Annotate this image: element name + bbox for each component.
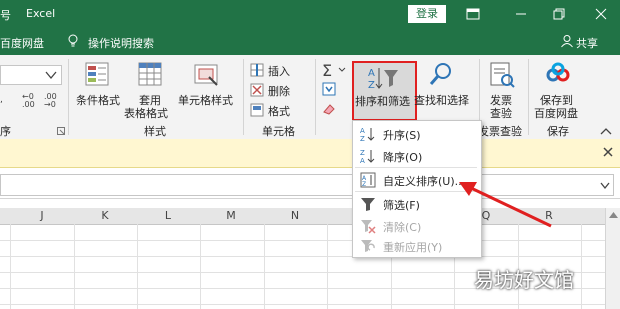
clear-filter-icon	[360, 218, 376, 234]
menu-divider	[355, 167, 477, 168]
menu-item-label: 清除(C)	[383, 221, 422, 234]
find-select-icon[interactable]	[427, 61, 455, 92]
sort-filter-icon: AZ	[366, 65, 402, 94]
filter-icon	[360, 196, 376, 212]
baidu-cloud-icon[interactable]	[544, 61, 572, 92]
app-name: Excel	[26, 7, 56, 20]
tab-row: 百度网盘 操作说明搜索 共享	[0, 28, 620, 55]
column-header[interactable]: M	[221, 209, 241, 222]
column-header[interactable]: N	[285, 209, 305, 222]
window-title-fragment: 号	[0, 9, 11, 22]
invoice-label-2[interactable]: 查验	[490, 105, 512, 121]
vertical-scrollbar[interactable]	[605, 208, 620, 309]
format-as-table-label-2[interactable]: 表格格式	[124, 105, 168, 121]
clear-icon[interactable]	[322, 102, 336, 119]
collapse-ribbon-icon[interactable]	[600, 125, 612, 138]
message-bar	[0, 139, 620, 168]
number-format-dropdown[interactable]	[0, 65, 62, 85]
restore-icon[interactable]	[548, 4, 570, 24]
menu-item-label: 筛选(F)	[383, 199, 420, 212]
sort-ascending-icon: AZ	[360, 126, 376, 143]
conditional-formatting-label[interactable]: 条件格式	[76, 92, 120, 108]
ribbon-display-options-icon[interactable]	[462, 4, 484, 24]
lightbulb-icon	[66, 34, 80, 51]
menu-item-sort-ascending[interactable]: AZ 升序(S)	[353, 123, 481, 145]
insert-label[interactable]: 插入	[268, 63, 290, 79]
menu-item-label: 重新应用(Y)	[383, 241, 443, 254]
delete-cells-icon[interactable]	[250, 83, 264, 100]
format-cells-icon[interactable]	[250, 103, 264, 120]
autosum-icon[interactable]: Σ	[322, 61, 332, 80]
number-group-label: 序	[0, 125, 11, 138]
increase-decimal-icon[interactable]: ←0.00	[22, 93, 35, 109]
tab-baidu-netdisk[interactable]: 百度网盘	[0, 35, 44, 51]
title-bar: 号 Excel 登录	[0, 0, 620, 28]
find-select-label[interactable]: 查找和选择	[414, 92, 469, 108]
menu-item-sort-descending[interactable]: ZA 降序(O)	[353, 145, 481, 167]
menu-item-label: 升序(S)	[383, 129, 421, 142]
tell-me-search[interactable]: 操作说明搜索	[88, 35, 154, 51]
svg-text:A: A	[368, 68, 375, 79]
fill-icon[interactable]	[322, 82, 336, 99]
reapply-icon	[360, 238, 376, 254]
delete-label[interactable]: 删除	[268, 83, 290, 99]
save-group-label: 保存	[547, 125, 569, 138]
dialog-launcher-icon[interactable]	[57, 125, 65, 138]
share-button[interactable]: 共享	[576, 35, 598, 51]
svg-text:Z: Z	[368, 80, 375, 91]
expand-formula-bar-icon[interactable]	[600, 180, 610, 193]
conditional-formatting-icon[interactable]	[84, 61, 112, 92]
styles-group-label: 样式	[144, 125, 166, 138]
menu-item-label: 自定义排序(U)...	[383, 175, 466, 188]
format-as-table-icon[interactable]	[137, 61, 165, 92]
close-message-bar-icon[interactable]	[602, 146, 614, 161]
close-icon[interactable]	[590, 4, 612, 24]
save-to-baidu-label-2[interactable]: 百度网盘	[534, 105, 578, 121]
svg-text:Z: Z	[360, 135, 365, 142]
annotation-arrow	[459, 182, 552, 228]
menu-item-reapply: 重新应用(Y)	[353, 235, 481, 257]
invoice-check-icon[interactable]	[488, 61, 516, 92]
minimize-icon[interactable]	[510, 4, 532, 24]
column-header[interactable]: L	[158, 209, 178, 222]
column-header[interactable]: K	[95, 209, 115, 222]
login-button[interactable]: 登录	[408, 5, 446, 23]
decrease-decimal-icon[interactable]: .00 →0	[44, 93, 57, 109]
cell-styles-label[interactable]: 单元格样式	[178, 92, 233, 108]
sort-filter-button[interactable]: AZ 排序和筛选	[352, 61, 417, 121]
cell-styles-icon[interactable]	[193, 61, 221, 92]
comma-style-icon[interactable]: ,	[0, 95, 3, 105]
custom-sort-icon: AZ	[360, 172, 376, 188]
svg-text:A: A	[360, 157, 365, 164]
format-label[interactable]: 格式	[268, 103, 290, 119]
insert-cells-icon[interactable]	[250, 63, 264, 80]
ribbon: , ←0.00 .00 →0 序 条件格式 套用 表格格式 单元格样式 样式 插入…	[0, 55, 620, 140]
sort-descending-icon: ZA	[360, 148, 376, 165]
user-icon	[560, 34, 574, 51]
column-header[interactable]: J	[32, 209, 52, 222]
svg-text:Z: Z	[362, 181, 366, 188]
svg-text:Z: Z	[360, 149, 365, 157]
svg-text:A: A	[360, 127, 365, 135]
cells-group-label: 单元格	[262, 125, 295, 138]
menu-item-label: 降序(O)	[383, 151, 423, 164]
watermark: 易坊好文馆	[474, 268, 574, 292]
sort-filter-label: 排序和筛选	[355, 95, 410, 108]
invoice-group-label: 发票查验	[478, 125, 522, 138]
